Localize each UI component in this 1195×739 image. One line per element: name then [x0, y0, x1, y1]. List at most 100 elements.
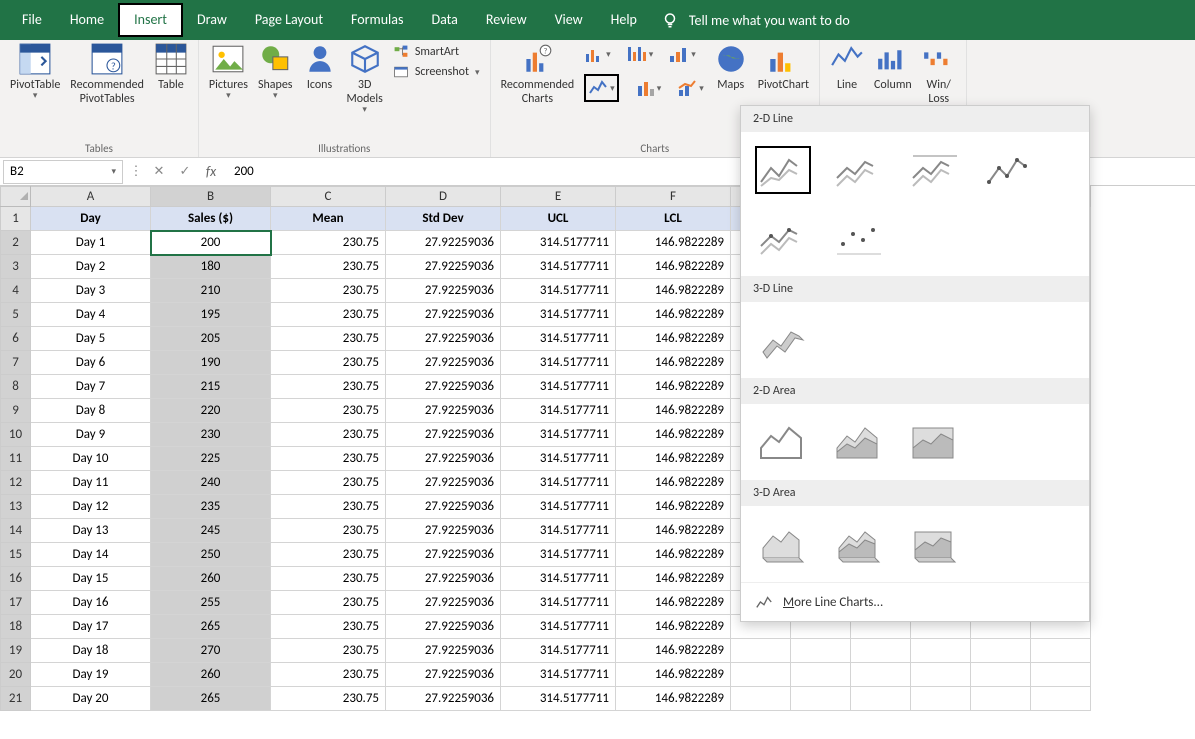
row-header-17[interactable]: 17: [1, 591, 31, 615]
cell-C13[interactable]: 230.75: [271, 495, 386, 519]
cell-L21[interactable]: [1031, 687, 1091, 711]
cell-C16[interactable]: 230.75: [271, 567, 386, 591]
cell-E7[interactable]: 314.5177711: [501, 351, 616, 375]
chart-2d-line[interactable]: [755, 146, 811, 194]
chart-3d-stacked-area[interactable]: [831, 520, 887, 568]
cell-D20[interactable]: 27.92259036: [386, 663, 501, 687]
cell-K20[interactable]: [971, 663, 1031, 687]
row-header-2[interactable]: 2: [1, 231, 31, 255]
chart-2d-stacked-line-markers[interactable]: [755, 214, 811, 262]
cell-D6[interactable]: 27.92259036: [386, 327, 501, 351]
cell-G20[interactable]: [731, 663, 791, 687]
table-button[interactable]: Table: [154, 44, 188, 92]
cell-F6[interactable]: 146.9822289: [616, 327, 731, 351]
cell-E13[interactable]: 314.5177711: [501, 495, 616, 519]
row-header-9[interactable]: 9: [1, 399, 31, 423]
cell-A21[interactable]: Day 20: [31, 687, 151, 711]
cell-F4[interactable]: 146.9822289: [616, 279, 731, 303]
cell-C1[interactable]: Mean: [271, 207, 386, 231]
cell-B4[interactable]: 210: [151, 279, 271, 303]
chart-2d-100-line-markers[interactable]: [831, 214, 887, 262]
cell-F9[interactable]: 146.9822289: [616, 399, 731, 423]
cell-D12[interactable]: 27.92259036: [386, 471, 501, 495]
row-header-5[interactable]: 5: [1, 303, 31, 327]
chart-2d-line-markers[interactable]: [983, 146, 1039, 194]
row-header-1[interactable]: 1: [1, 207, 31, 231]
cell-E21[interactable]: 314.5177711: [501, 687, 616, 711]
select-all-corner[interactable]: [1, 187, 31, 207]
cell-H19[interactable]: [791, 639, 851, 663]
cell-F16[interactable]: 146.9822289: [616, 567, 731, 591]
cell-K21[interactable]: [971, 687, 1031, 711]
cell-D19[interactable]: 27.92259036: [386, 639, 501, 663]
sparkline-line-button[interactable]: Line: [830, 44, 864, 92]
cell-C11[interactable]: 230.75: [271, 447, 386, 471]
line-chart-dropdown[interactable]: ▾: [584, 74, 619, 102]
cell-J19[interactable]: [911, 639, 971, 663]
row-header-13[interactable]: 13: [1, 495, 31, 519]
more-line-charts[interactable]: More Line Charts...: [741, 582, 1089, 621]
cell-F13[interactable]: 146.9822289: [616, 495, 731, 519]
recommended-charts-button[interactable]: ? Recommended Charts: [501, 44, 575, 106]
cell-B2[interactable]: 200: [151, 231, 271, 255]
cell-I19[interactable]: [851, 639, 911, 663]
cell-A6[interactable]: Day 5: [31, 327, 151, 351]
cell-E17[interactable]: 314.5177711: [501, 591, 616, 615]
cell-B19[interactable]: 270: [151, 639, 271, 663]
cell-B17[interactable]: 255: [151, 591, 271, 615]
row-header-19[interactable]: 19: [1, 639, 31, 663]
cell-B11[interactable]: 225: [151, 447, 271, 471]
smartart-button[interactable]: SmartArt: [393, 44, 480, 60]
cell-E8[interactable]: 314.5177711: [501, 375, 616, 399]
row-header-6[interactable]: 6: [1, 327, 31, 351]
3d-models-button[interactable]: 3D Models ▾: [347, 44, 383, 115]
recommended-pivot-button[interactable]: ? Recommended PivotTables: [70, 44, 144, 106]
cell-A16[interactable]: Day 15: [31, 567, 151, 591]
chart-3d-area[interactable]: [755, 520, 811, 568]
cell-B7[interactable]: 190: [151, 351, 271, 375]
cell-A17[interactable]: Day 16: [31, 591, 151, 615]
chart-2d-100-stacked-line[interactable]: [907, 146, 963, 194]
cell-D7[interactable]: 27.92259036: [386, 351, 501, 375]
pivot-table-button[interactable]: PivotTable ▾: [10, 44, 60, 101]
cell-D17[interactable]: 27.92259036: [386, 591, 501, 615]
cell-E9[interactable]: 314.5177711: [501, 399, 616, 423]
cell-B12[interactable]: 240: [151, 471, 271, 495]
icons-button[interactable]: Icons: [303, 44, 337, 92]
cell-E11[interactable]: 314.5177711: [501, 447, 616, 471]
cell-A8[interactable]: Day 7: [31, 375, 151, 399]
cell-A11[interactable]: Day 10: [31, 447, 151, 471]
cell-B21[interactable]: 265: [151, 687, 271, 711]
cell-E6[interactable]: 314.5177711: [501, 327, 616, 351]
tab-formulas[interactable]: Formulas: [337, 5, 417, 35]
cell-B18[interactable]: 265: [151, 615, 271, 639]
row-header-10[interactable]: 10: [1, 423, 31, 447]
cell-D9[interactable]: 27.92259036: [386, 399, 501, 423]
cell-B3[interactable]: 180: [151, 255, 271, 279]
cell-D21[interactable]: 27.92259036: [386, 687, 501, 711]
cell-D8[interactable]: 27.92259036: [386, 375, 501, 399]
cell-C6[interactable]: 230.75: [271, 327, 386, 351]
cancel-formula-button[interactable]: ✕: [146, 164, 172, 179]
row-header-3[interactable]: 3: [1, 255, 31, 279]
screenshot-button[interactable]: Screenshot ▾: [393, 64, 480, 80]
cell-C5[interactable]: 230.75: [271, 303, 386, 327]
tab-help[interactable]: Help: [597, 5, 651, 35]
cell-B10[interactable]: 230: [151, 423, 271, 447]
cell-B8[interactable]: 215: [151, 375, 271, 399]
cell-C12[interactable]: 230.75: [271, 471, 386, 495]
cell-C3[interactable]: 230.75: [271, 255, 386, 279]
cell-B9[interactable]: 220: [151, 399, 271, 423]
cell-J21[interactable]: [911, 687, 971, 711]
cell-F17[interactable]: 146.9822289: [616, 591, 731, 615]
sparkline-winloss-button[interactable]: Win/ Loss: [922, 44, 956, 106]
cell-A15[interactable]: Day 14: [31, 543, 151, 567]
cell-E18[interactable]: 314.5177711: [501, 615, 616, 639]
row-header-15[interactable]: 15: [1, 543, 31, 567]
tab-draw[interactable]: Draw: [183, 5, 241, 35]
row-header-12[interactable]: 12: [1, 471, 31, 495]
row-header-14[interactable]: 14: [1, 519, 31, 543]
cell-C19[interactable]: 230.75: [271, 639, 386, 663]
cell-E20[interactable]: 314.5177711: [501, 663, 616, 687]
cell-I21[interactable]: [851, 687, 911, 711]
